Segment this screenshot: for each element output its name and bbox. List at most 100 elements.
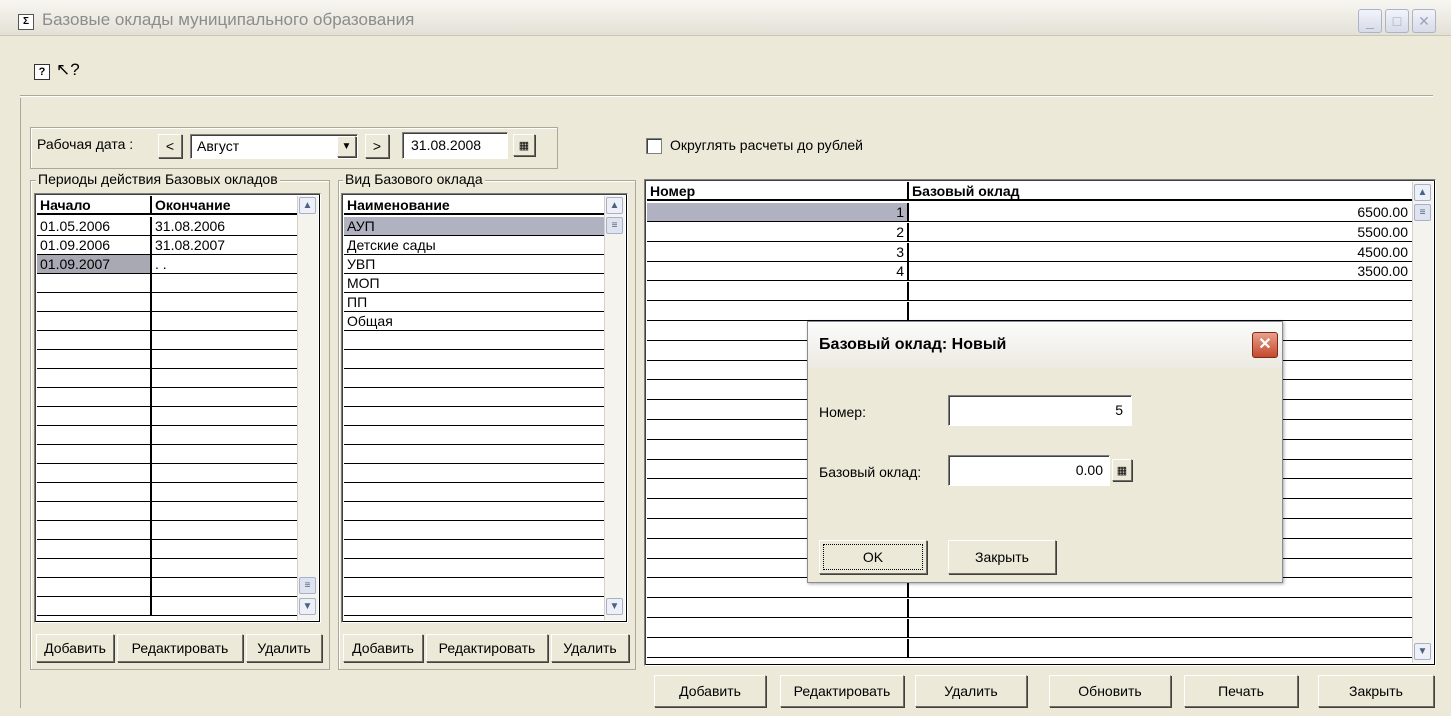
close-button[interactable]: Закрыть (1318, 675, 1434, 707)
table-row[interactable]: 4 3500.00 (647, 262, 1413, 282)
table-row[interactable] (344, 502, 606, 521)
edit-button[interactable]: Редактировать (780, 675, 904, 707)
table-row[interactable] (37, 540, 299, 559)
table-row[interactable] (344, 350, 606, 369)
periods-add-button[interactable]: Добавить (36, 634, 114, 662)
column-header-number[interactable]: Номер (647, 182, 909, 199)
table-row[interactable] (37, 369, 299, 388)
date-field[interactable]: 31.08.2008 (402, 132, 508, 159)
scroll-thumb[interactable]: ≡ (606, 217, 623, 234)
table-row[interactable] (37, 464, 299, 483)
scroll-down-icon[interactable]: ▼ (299, 598, 316, 615)
scroll-down-icon[interactable]: ▼ (606, 598, 623, 615)
table-row[interactable] (37, 597, 299, 616)
dialog-close-icon[interactable]: ✕ (1252, 332, 1278, 358)
table-row[interactable] (37, 426, 299, 445)
table-row[interactable] (37, 293, 299, 312)
types-scrollbar[interactable]: ▲ ≡ ▼ (604, 196, 625, 620)
table-row[interactable] (37, 502, 299, 521)
minimize-button[interactable]: _ (1358, 9, 1382, 33)
table-row[interactable] (344, 521, 606, 540)
column-header-salary[interactable]: Базовый оклад (909, 182, 1411, 199)
whats-this-icon[interactable]: ↖? (56, 60, 80, 80)
column-header-start[interactable]: Начало (37, 196, 152, 213)
table-row[interactable] (647, 302, 1413, 321)
scroll-thumb[interactable]: ≡ (299, 577, 316, 594)
column-header-name[interactable]: Наименование (344, 196, 604, 213)
table-row[interactable] (647, 599, 1413, 618)
scroll-up-icon[interactable]: ▲ (606, 197, 623, 214)
types-table[interactable]: Наименование АУП Детские сады УВП МОП ПП Обща… (341, 193, 628, 623)
table-row[interactable]: МОП (344, 274, 606, 293)
table-row[interactable]: Детские сады (344, 236, 606, 255)
table-row[interactable] (344, 331, 606, 350)
scroll-down-icon[interactable]: ▼ (1414, 643, 1431, 660)
table-row[interactable]: УВП (344, 255, 606, 274)
table-row[interactable] (647, 618, 1413, 638)
calendar-icon[interactable]: ▦ (513, 134, 535, 156)
table-row[interactable] (37, 559, 299, 578)
table-row[interactable] (344, 483, 606, 502)
table-row[interactable] (344, 578, 606, 597)
scroll-thumb[interactable]: ≡ (1414, 204, 1431, 221)
month-select[interactable]: Август ▼ (190, 134, 358, 159)
delete-button[interactable]: Удалить (915, 675, 1027, 707)
types-add-button[interactable]: Добавить (343, 634, 423, 662)
table-row[interactable]: 01.09.2007. . (37, 255, 299, 274)
table-row[interactable] (344, 464, 606, 483)
table-row[interactable] (37, 312, 299, 331)
table-row[interactable]: АУП (344, 217, 606, 236)
table-row[interactable] (37, 331, 299, 350)
table-row[interactable]: 2 5500.00 (647, 222, 1413, 242)
dialog-ok-button[interactable]: OK (819, 540, 927, 574)
table-row[interactable]: ПП (344, 293, 606, 312)
chevron-down-icon[interactable]: ▼ (337, 136, 356, 157)
table-row[interactable] (37, 578, 299, 597)
help-icon[interactable]: ? (34, 64, 50, 80)
periods-delete-button[interactable]: Удалить (246, 634, 322, 662)
table-row[interactable] (344, 388, 606, 407)
table-row[interactable] (647, 282, 1413, 302)
salary-field[interactable]: 0.00 (948, 455, 1110, 486)
types-edit-button[interactable]: Редактировать (426, 634, 548, 662)
print-button[interactable]: Печать (1184, 675, 1298, 707)
table-row[interactable] (647, 638, 1413, 658)
table-row[interactable] (37, 521, 299, 540)
window-close-button[interactable]: ✕ (1412, 9, 1436, 33)
table-row[interactable] (344, 445, 606, 464)
round-checkbox[interactable] (646, 138, 662, 154)
table-row[interactable]: Общая (344, 312, 606, 331)
table-row[interactable]: 01.09.2006 31.08.2007 (37, 236, 299, 255)
table-row[interactable] (344, 369, 606, 388)
number-field[interactable]: 5 (948, 395, 1132, 426)
dialog-close-button[interactable]: Закрыть (948, 540, 1056, 574)
periods-scrollbar[interactable]: ▲ ≡ ▼ (297, 196, 318, 620)
add-button[interactable]: Добавить (654, 675, 766, 707)
table-row[interactable]: 01.05.2006 31.08.2006 (37, 217, 299, 236)
table-row[interactable]: 3 4500.00 (647, 242, 1413, 262)
column-header-end[interactable]: Окончание (152, 196, 297, 213)
calculator-icon[interactable]: ▦ (1112, 459, 1132, 481)
table-row[interactable]: 1 6500.00 (647, 203, 1413, 222)
scroll-up-icon[interactable]: ▲ (299, 197, 316, 214)
table-row[interactable] (37, 388, 299, 407)
table-row[interactable] (344, 559, 606, 578)
prev-month-button[interactable]: < (158, 134, 182, 158)
table-row[interactable] (344, 597, 606, 616)
table-row[interactable] (37, 445, 299, 464)
table-row[interactable] (37, 407, 299, 426)
periods-edit-button[interactable]: Редактировать (117, 634, 243, 662)
table-row[interactable] (37, 274, 299, 293)
types-delete-button[interactable]: Удалить (551, 634, 629, 662)
table-row[interactable] (37, 483, 299, 502)
table-row[interactable] (37, 350, 299, 369)
table-row[interactable] (344, 426, 606, 445)
next-month-button[interactable]: > (365, 134, 389, 158)
table-row[interactable] (344, 407, 606, 426)
refresh-button[interactable]: Обновить (1049, 675, 1171, 707)
salaries-scrollbar[interactable]: ▲ ≡ ▼ (1412, 182, 1433, 663)
periods-table[interactable]: Начало Окончание 01.05.2006 31.08.2006 01.… (34, 193, 321, 623)
scroll-up-icon[interactable]: ▲ (1414, 184, 1431, 201)
maximize-button[interactable]: □ (1385, 9, 1409, 33)
table-row[interactable] (344, 540, 606, 559)
